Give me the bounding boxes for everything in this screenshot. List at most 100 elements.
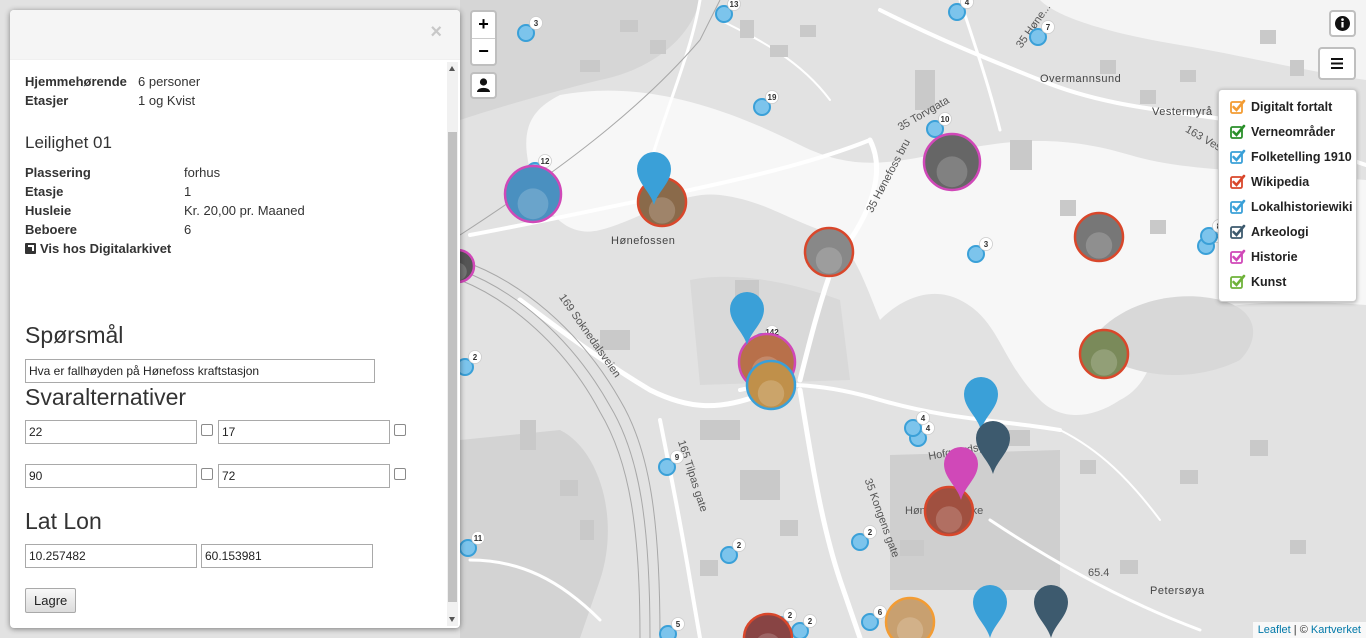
layer-item[interactable]: Kunst — [1219, 269, 1356, 294]
photo-marker[interactable] — [923, 485, 975, 537]
scroll-down-arrow[interactable] — [449, 617, 455, 622]
info-value: 6 — [184, 222, 192, 237]
info-value: Kr. 20,00 pr. Maaned — [184, 203, 305, 218]
layer-label: Folketelling 1910 — [1251, 149, 1352, 164]
cluster-marker[interactable]: 5 — [659, 617, 685, 638]
alternative-3-checkbox[interactable] — [201, 468, 213, 480]
cluster-marker[interactable]: 6 — [861, 605, 887, 631]
kartverket-link[interactable]: Kartverket — [1311, 624, 1361, 636]
map-pin-icon[interactable] — [973, 585, 1007, 638]
count-label: 13 — [730, 0, 739, 9]
layer-label: Kunst — [1251, 274, 1287, 289]
info-key: Hjemmehørende — [25, 74, 127, 89]
leaflet-link[interactable]: Leaflet — [1258, 624, 1291, 636]
count-label: 7 — [1046, 23, 1051, 32]
count-label: 3 — [534, 19, 539, 28]
cluster-marker[interactable]: 7 — [1029, 20, 1055, 46]
zoom-in-button[interactable]: + — [472, 12, 495, 38]
count-label: 4 — [926, 424, 931, 433]
save-button[interactable]: Lagre — [25, 588, 77, 613]
layer-item[interactable]: Folketelling 1910 — [1219, 144, 1356, 169]
archive-link-label: Vis hos Digitalarkivet — [40, 241, 172, 256]
photo-marker[interactable] — [803, 226, 855, 278]
count-label: 19 — [768, 93, 777, 102]
photo-marker[interactable] — [1078, 328, 1130, 380]
question-input[interactable] — [25, 359, 375, 383]
layer-item[interactable]: Verneområder — [1219, 119, 1356, 144]
alternative-3-input[interactable] — [25, 464, 197, 488]
info-button[interactable] — [1329, 10, 1356, 37]
cluster-marker[interactable]: 2 — [720, 538, 746, 564]
layer-item[interactable]: Arkeologi — [1219, 219, 1356, 244]
cluster-marker[interactable]: 2 — [456, 350, 482, 376]
checkbox-checked-icon[interactable] — [1230, 224, 1246, 240]
count-label: 12 — [541, 157, 550, 166]
layer-item[interactable]: Digitalt fortalt — [1219, 94, 1356, 119]
info-row: Hjemmehørende 6 personer — [25, 72, 445, 91]
info-value: 1 og Kvist — [138, 93, 196, 108]
cluster-marker[interactable]: 2 — [851, 525, 877, 551]
info-row: Husleie Kr. 20,00 pr. Maaned — [25, 201, 445, 220]
photo-marker[interactable] — [1073, 211, 1125, 263]
alternatives-heading: Svaralternativer — [25, 384, 187, 410]
photo-detail — [757, 380, 785, 407]
cluster-marker[interactable]: 13 — [715, 0, 741, 23]
alternative-2-checkbox[interactable] — [394, 424, 406, 436]
panel-scrollbar[interactable] — [447, 62, 458, 626]
checkbox-checked-icon[interactable] — [1230, 124, 1246, 140]
lon-input[interactable] — [201, 544, 373, 568]
scroll-up-arrow[interactable] — [449, 66, 455, 71]
close-button[interactable]: × — [430, 22, 442, 42]
checkbox-checked-icon[interactable] — [1230, 274, 1246, 290]
info-row: Etasje 1 — [25, 182, 445, 201]
cluster-marker[interactable]: 3 — [967, 237, 993, 263]
layer-item[interactable]: Wikipedia — [1219, 169, 1356, 194]
count-label: 2 — [788, 611, 793, 620]
layer-label: Wikipedia — [1251, 174, 1310, 189]
info-panel: × Hjemmehørende 6 personer Etasjer 1 og Kvi… — [10, 10, 460, 628]
map-pin-icon[interactable] — [1034, 585, 1068, 638]
alternative-2-input[interactable] — [218, 420, 390, 444]
photo-detail — [935, 506, 963, 533]
photo-detail — [517, 188, 549, 220]
map-pin-icon[interactable] — [976, 421, 1010, 474]
zoom-out-button[interactable]: − — [472, 38, 495, 64]
cluster-marker[interactable]: 4 — [948, 0, 974, 21]
user-locate-button[interactable] — [470, 72, 497, 99]
scroll-thumb[interactable] — [448, 132, 457, 602]
apartment-details: Plassering forhus Etasje 1 Husleie Kr. 20,00 … — [25, 163, 445, 239]
archive-link[interactable]: Vis hos Digitalarkivet — [25, 239, 445, 258]
photo-marker[interactable] — [922, 132, 982, 192]
checkbox-checked-icon[interactable] — [1230, 99, 1246, 115]
info-value: 6 personer — [138, 74, 201, 89]
alternative-1-input[interactable] — [25, 420, 197, 444]
checkbox-checked-icon[interactable] — [1230, 249, 1246, 265]
alternative-4-checkbox[interactable] — [394, 468, 406, 480]
lat-input[interactable] — [25, 544, 197, 568]
cluster-marker[interactable]: 19 — [753, 90, 779, 116]
question-heading: Spørsmål — [25, 322, 124, 348]
photo-marker[interactable] — [884, 596, 936, 638]
photo-marker[interactable] — [503, 164, 563, 224]
layer-label: Historie — [1251, 249, 1298, 264]
count-label: 2 — [737, 541, 742, 550]
count-label: 5 — [676, 620, 681, 629]
layer-item[interactable]: Lokalhistoriewiki — [1219, 194, 1356, 219]
layers-menu-button[interactable] — [1318, 47, 1356, 80]
checkbox-checked-icon[interactable] — [1230, 199, 1246, 215]
cluster-marker[interactable]: 11 — [459, 531, 485, 557]
photo-marker[interactable] — [745, 359, 797, 411]
alternative-4-input[interactable] — [218, 464, 390, 488]
count-label: 4 — [965, 0, 970, 7]
count-label: 9 — [675, 453, 680, 462]
photo-detail — [1090, 349, 1118, 376]
cluster-marker[interactable]: 3 — [517, 16, 543, 42]
info-value: forhus — [184, 165, 221, 180]
cluster-marker[interactable]: 9 — [658, 450, 684, 476]
layer-item[interactable]: Historie — [1219, 244, 1356, 269]
layer-label: Verneområder — [1251, 124, 1336, 139]
checkbox-checked-icon[interactable] — [1230, 149, 1246, 165]
attribution-separator: | © — [1290, 624, 1311, 636]
alternative-1-checkbox[interactable] — [201, 424, 213, 436]
checkbox-checked-icon[interactable] — [1230, 174, 1246, 190]
